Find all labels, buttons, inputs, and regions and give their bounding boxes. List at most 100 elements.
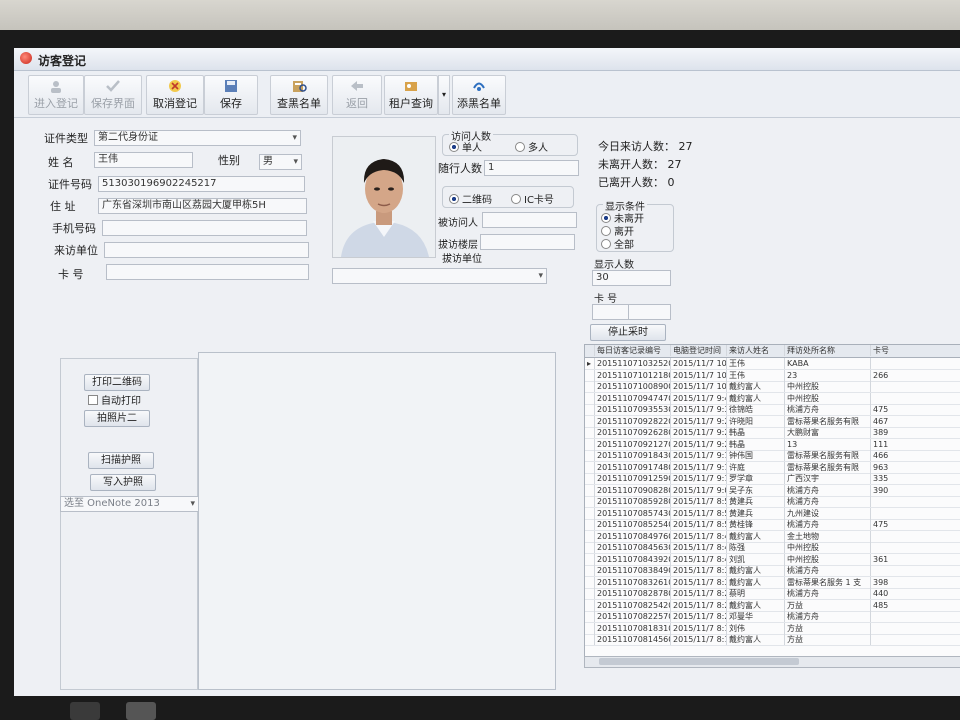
column-header[interactable]: 卡号 [871,345,960,356]
taskbar-app-icon[interactable] [70,702,100,720]
row-selector[interactable] [585,381,595,392]
row-selector[interactable]: ▸ [585,358,595,369]
all-radio[interactable]: 全部 [601,236,634,251]
display-count-field[interactable]: 30 [592,270,671,286]
return-button[interactable]: 返回 [332,75,382,115]
single-radio[interactable]: 单人 [449,139,482,154]
table-row[interactable]: 20151107081831012015/11/7 8:18刘伟方益 [585,622,960,635]
check-blacklist-button[interactable]: 查黑名单 [270,75,328,115]
row-selector[interactable] [585,542,595,553]
table-row[interactable]: 20151107100890012015/11/7 10:0戴约富人中州控股 [585,381,960,393]
table-row[interactable]: 20151107082257012015/11/7 8:22邓曼华桃浦方舟 [585,611,960,623]
table-row[interactable]: 20151107091748012015/11/7 9:17许庭雷标蒂果名服务有… [585,461,960,474]
table-row[interactable]: 20151107083261012015/11/7 8:32戴约富人雷标蒂果名服… [585,576,960,589]
tenant-query-button[interactable]: 租户查询 [384,75,438,115]
table-row[interactable]: 20151107094747012015/11/7 9:47戴约富人中州控股 [585,392,960,405]
qrcode-radio[interactable]: 二维码 [449,191,492,206]
table-row[interactable]: 20151107092127012015/11/7 9:21韩晶13111 [585,438,960,451]
id-type-select[interactable]: 第二代身份证 [94,130,301,146]
grid-horizontal-scrollbar[interactable] [584,656,960,668]
scan-passport-button[interactable]: 扫描护照 [88,452,154,469]
row-selector[interactable] [585,611,595,622]
name-field[interactable]: 王伟 [94,152,193,168]
write-passport-button[interactable]: 写入护照 [90,474,156,491]
column-header[interactable]: 拜访处所名称 [785,345,871,356]
table-row[interactable]: 20151107084976012015/11/7 8:49戴约富人金土地物 [585,530,960,543]
row-selector[interactable] [585,473,595,484]
table-row[interactable]: 20151107081456012015/11/7 8:14戴约富人方益 [585,634,960,646]
table-row[interactable]: 20151107082542012015/11/7 8:25戴约富人万益485 [585,599,960,612]
table-row[interactable]: 20151107101218012015/11/7 10:1王伟23266 [585,369,960,382]
row-selector[interactable] [585,622,595,634]
table-row[interactable]: 20151107085743012015/11/7 8:57黄建兵九州建设 [585,507,960,520]
table-row[interactable]: 20151107091259012015/11/7 9:12罗学章广西汉宇335 [585,473,960,485]
phone-field[interactable] [102,220,307,236]
enter-register-button[interactable]: 进入登记 [28,75,84,115]
cancel-register-button[interactable]: 取消登记 [146,75,204,115]
scanner-select[interactable]: 选至 OneNote 2013 [60,496,199,512]
row-selector[interactable] [585,427,595,438]
row-selector[interactable] [585,484,595,496]
table-row[interactable]: 20151107093553012015/11/7 9:35徐锦皓桃浦方舟475 [585,404,960,416]
row-selector[interactable] [585,438,595,450]
row-selector[interactable] [585,519,595,530]
table-row[interactable]: 20151107083849012015/11/7 8:38戴约富人桃浦方舟 [585,565,960,577]
table-row[interactable]: 20151107084392012015/11/7 8:43刘凯中州控股361 [585,553,960,566]
scroll-thumb[interactable] [599,658,799,665]
add-blacklist-button[interactable]: 添黑名单 [452,75,506,115]
print-qrcode-button[interactable]: 打印二维码 [84,374,150,391]
row-selector[interactable] [585,530,595,542]
photo-two-button[interactable]: 拍照片二 [84,410,150,427]
row-selector[interactable] [585,507,595,519]
tenant-query-dropdown[interactable]: ▾ [438,75,450,115]
row-selector[interactable] [585,588,595,599]
table-cell: 390 [871,485,960,496]
table-row[interactable]: 20151107092822012015/11/7 9:28许晓阳雷标蒂果名服务… [585,415,960,428]
row-selector[interactable] [585,369,595,381]
row-selector[interactable] [585,553,595,565]
row-selector[interactable] [585,599,595,611]
row-selector[interactable] [585,404,595,415]
save-button[interactable]: 保存 [204,75,258,115]
visitor-unit-field[interactable] [104,242,309,258]
row-selector[interactable] [585,496,595,507]
gender-select[interactable]: 男 [259,154,302,170]
row-selector[interactable] [585,576,595,588]
companions-field[interactable]: 1 [484,160,579,176]
stop-refresh-button[interactable]: 停止采时 [590,324,666,341]
row-selector[interactable] [585,392,595,404]
table-row[interactable]: 20151107090828012015/11/7 9:08吴子东桃浦方舟390 [585,484,960,497]
row-selector[interactable] [585,415,595,427]
table-cell: 2015110709125901 [597,473,671,484]
column-header[interactable]: 电脑登记时间 [671,345,727,356]
table-row[interactable]: 20151107085928012015/11/7 8:59黄建兵桃浦方舟 [585,496,960,508]
row-selector[interactable] [585,565,595,576]
radio-selected-icon [449,194,459,204]
card-number-field[interactable] [106,264,309,280]
app-window: 访客登记 进入登记 保存界面 取消登记 保存 查黑名单 返回 租户查询 ▾ 添黑… [14,48,960,696]
table-row[interactable]: 20151107092628012015/11/7 9:26韩晶大鹏财富389 [585,427,960,439]
row-selector[interactable] [585,634,595,645]
row-selector[interactable] [585,450,595,461]
column-header[interactable]: 每日访客记录编号 [595,345,671,356]
save-interface-button[interactable]: 保存界面 [84,75,142,115]
multiple-radio[interactable]: 多人 [515,139,548,154]
table-cell: 罗学章 [727,473,785,484]
display-card-field-1[interactable] [592,304,629,320]
display-card-field-2[interactable] [628,304,671,320]
table-row[interactable]: ▸20151107103252012015/11/7 10:2王伟KABA [585,358,960,370]
table-row[interactable]: 20151107085254012015/11/7 8:52黄桂锋桃浦方舟475 [585,519,960,531]
address-field[interactable]: 广东省深圳市南山区荔园大厦甲栋5H [98,198,307,214]
id-number-field[interactable]: 513030196902245217 [98,176,305,192]
table-row[interactable]: 20151107091843012015/11/7 9:18钟伟国雷标蒂果名服务… [585,450,960,462]
ic-card-radio[interactable]: IC卡号 [511,191,554,206]
row-selector[interactable] [585,461,595,473]
photo-device-select[interactable] [332,268,547,284]
visitee-field[interactable] [482,212,577,228]
taskbar-visitor-app-icon[interactable] [126,702,156,720]
column-header[interactable]: 来访人姓名 [727,345,785,356]
auto-print-checkbox[interactable]: 自动打印 [88,392,141,407]
visit-floor-field[interactable] [480,234,575,250]
table-row[interactable]: 20151107082878012015/11/7 8:28蔡明桃浦方舟440 [585,588,960,600]
table-row[interactable]: 20151107084563012015/11/7 8:45陈强中州控股 [585,542,960,554]
